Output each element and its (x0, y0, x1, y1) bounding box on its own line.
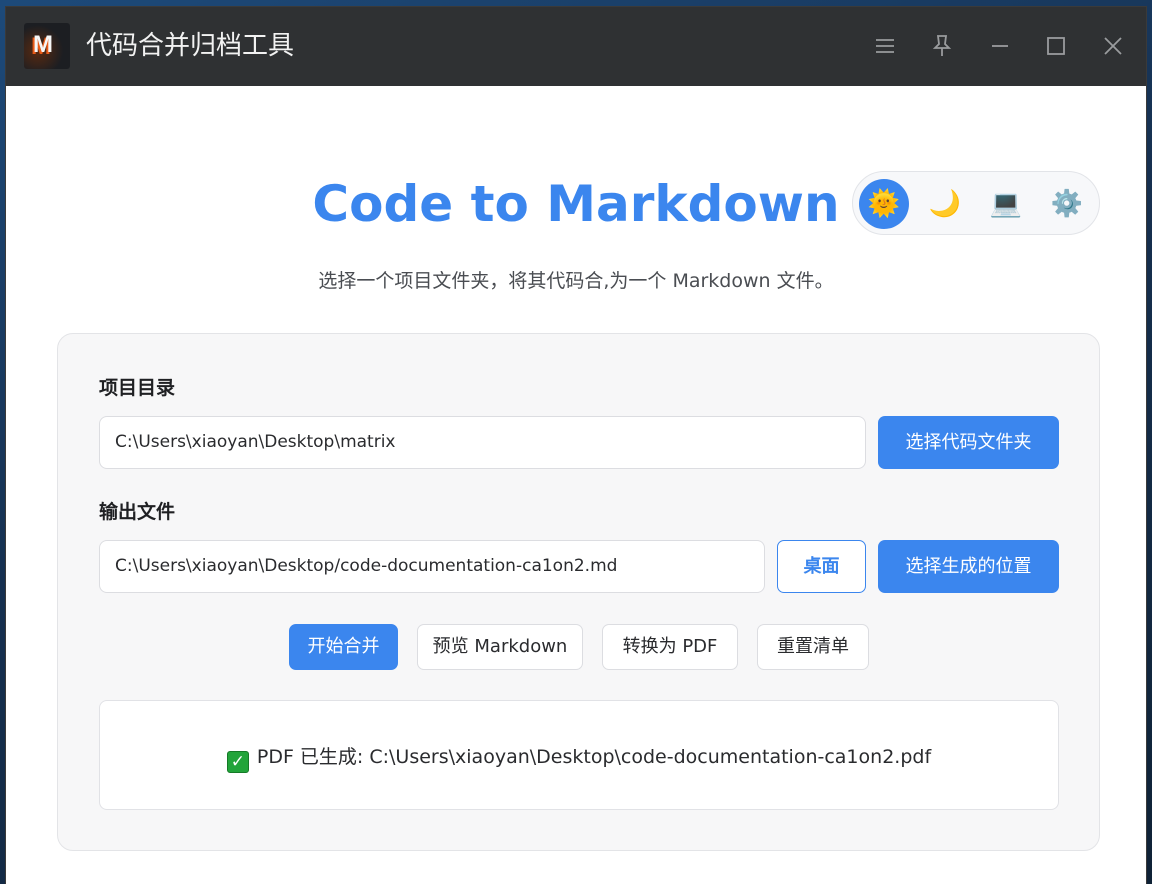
laptop-icon: 💻 (989, 189, 1023, 219)
title-bar: M 代码合并归档工具 (6, 7, 1146, 86)
output-file-input[interactable]: C:\Users\xiaoyan\Desktop/code-documentat… (99, 540, 765, 593)
app-window: M 代码合并归档工具 Code to Markdown 🌞 🌙 💻 ⚙️ 选择一… (6, 7, 1146, 884)
pin-button[interactable] (925, 29, 959, 63)
result-message-line: ✓ PDF 已生成: C:\Users\xiaoyan\Desktop\code-… (100, 744, 1058, 773)
maximize-button[interactable] (1039, 29, 1073, 63)
reset-list-button[interactable]: 重置清单 (757, 624, 869, 670)
system-theme-button[interactable]: 💻 (981, 179, 1031, 229)
dark-theme-button[interactable]: 🌙 (920, 179, 970, 229)
gear-icon: ⚙️ (1050, 189, 1084, 219)
page-title: Code to Markdown (312, 175, 840, 233)
main-card: 项目目录 C:\Users\xiaoyan\Desktop\matrix 选择代… (57, 333, 1100, 851)
minimize-button[interactable] (983, 29, 1017, 63)
project-dir-label: 项目目录 (99, 377, 176, 399)
light-theme-button[interactable]: 🌞 (859, 179, 909, 229)
settings-button[interactable]: ⚙️ (1042, 179, 1092, 229)
pin-icon (932, 35, 952, 56)
convert-pdf-button[interactable]: 转换为 PDF (602, 624, 738, 670)
minimize-icon (992, 45, 1008, 47)
result-panel: ✓ PDF 已生成: C:\Users\xiaoyan\Desktop\code-… (99, 700, 1059, 810)
theme-switcher: 🌞 🌙 💻 ⚙️ (852, 171, 1100, 235)
project-dir-input[interactable]: C:\Users\xiaoyan\Desktop\matrix (99, 416, 866, 469)
menu-icon (876, 39, 894, 53)
check-icon: ✓ (226, 751, 249, 773)
close-icon (1104, 37, 1122, 55)
window-title: 代码合并归档工具 (86, 31, 295, 61)
menu-button[interactable] (868, 29, 902, 63)
select-code-folder-button[interactable]: 选择代码文件夹 (878, 416, 1059, 469)
result-message: PDF 已生成: C:\Users\xiaoyan\Desktop\code-d… (256, 746, 932, 768)
moon-icon: 🌙 (928, 189, 962, 219)
select-output-location-button[interactable]: 选择生成的位置 (878, 540, 1059, 593)
preview-markdown-button[interactable]: 预览 Markdown (417, 624, 583, 670)
sun-icon: 🌞 (867, 189, 901, 219)
app-logo: M (24, 23, 70, 69)
desktop-button[interactable]: 桌面 (777, 540, 866, 593)
page-subtitle: 选择一个项目文件夹，将其代码合,为一个 Markdown 文件。 (318, 270, 834, 292)
app-logo-letter: M (33, 31, 53, 58)
maximize-icon (1047, 37, 1065, 55)
output-file-label: 输出文件 (99, 501, 176, 523)
close-button[interactable] (1096, 29, 1130, 63)
start-merge-button[interactable]: 开始合并 (289, 624, 398, 670)
